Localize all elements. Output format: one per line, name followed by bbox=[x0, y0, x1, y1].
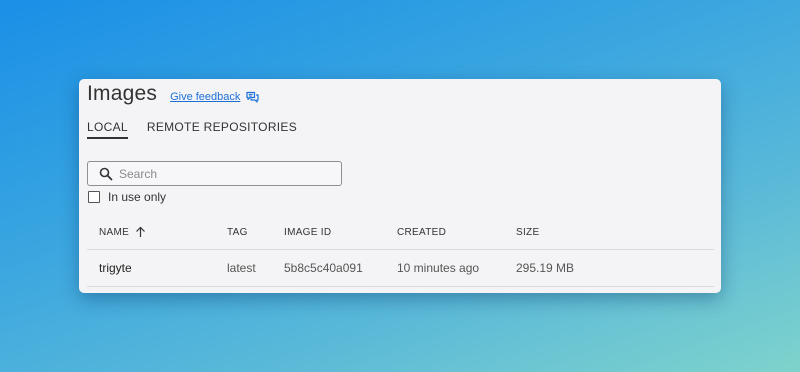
column-header-name-label: NAME bbox=[99, 226, 130, 238]
cell-image-id: 5b8c5c40a091 bbox=[284, 261, 363, 275]
header: Images Give feedback bbox=[87, 82, 260, 106]
column-header-created[interactable]: CREATED bbox=[397, 215, 446, 249]
column-header-tag[interactable]: TAG bbox=[227, 215, 248, 249]
give-feedback-label: Give feedback bbox=[170, 91, 241, 103]
give-feedback-link[interactable]: Give feedback bbox=[170, 91, 260, 103]
cell-name: trigyte bbox=[99, 261, 132, 275]
search-icon bbox=[99, 167, 113, 181]
in-use-only-filter[interactable]: In use only bbox=[88, 190, 166, 204]
tab-bar: LOCAL REMOTE REPOSITORIES bbox=[87, 120, 316, 139]
search-input[interactable] bbox=[119, 166, 319, 181]
column-header-image-id[interactable]: IMAGE ID bbox=[284, 215, 331, 249]
images-panel: Images Give feedback LOCAL REMOTE REPOSI… bbox=[79, 79, 721, 293]
page-title: Images bbox=[87, 82, 158, 105]
chat-bubbles-icon bbox=[246, 91, 260, 103]
tab-local[interactable]: LOCAL bbox=[87, 120, 128, 139]
sort-ascending-icon bbox=[135, 226, 146, 238]
tab-remote-repositories[interactable]: REMOTE REPOSITORIES bbox=[147, 120, 297, 139]
search-box[interactable] bbox=[87, 161, 342, 186]
table-row[interactable]: trigyte latest 5b8c5c40a091 10 minutes a… bbox=[87, 250, 714, 287]
images-table: NAME TAG IMAGE ID CREATED SIZE trigyte l… bbox=[87, 215, 714, 287]
cell-tag: latest bbox=[227, 261, 256, 275]
column-header-size[interactable]: SIZE bbox=[516, 215, 539, 249]
column-header-name[interactable]: NAME bbox=[99, 215, 146, 249]
in-use-only-checkbox[interactable] bbox=[88, 191, 100, 203]
cell-size: 295.19 MB bbox=[516, 261, 575, 275]
cell-created: 10 minutes ago bbox=[397, 261, 480, 275]
in-use-only-label: In use only bbox=[108, 190, 167, 204]
table-header: NAME TAG IMAGE ID CREATED SIZE bbox=[87, 215, 714, 250]
